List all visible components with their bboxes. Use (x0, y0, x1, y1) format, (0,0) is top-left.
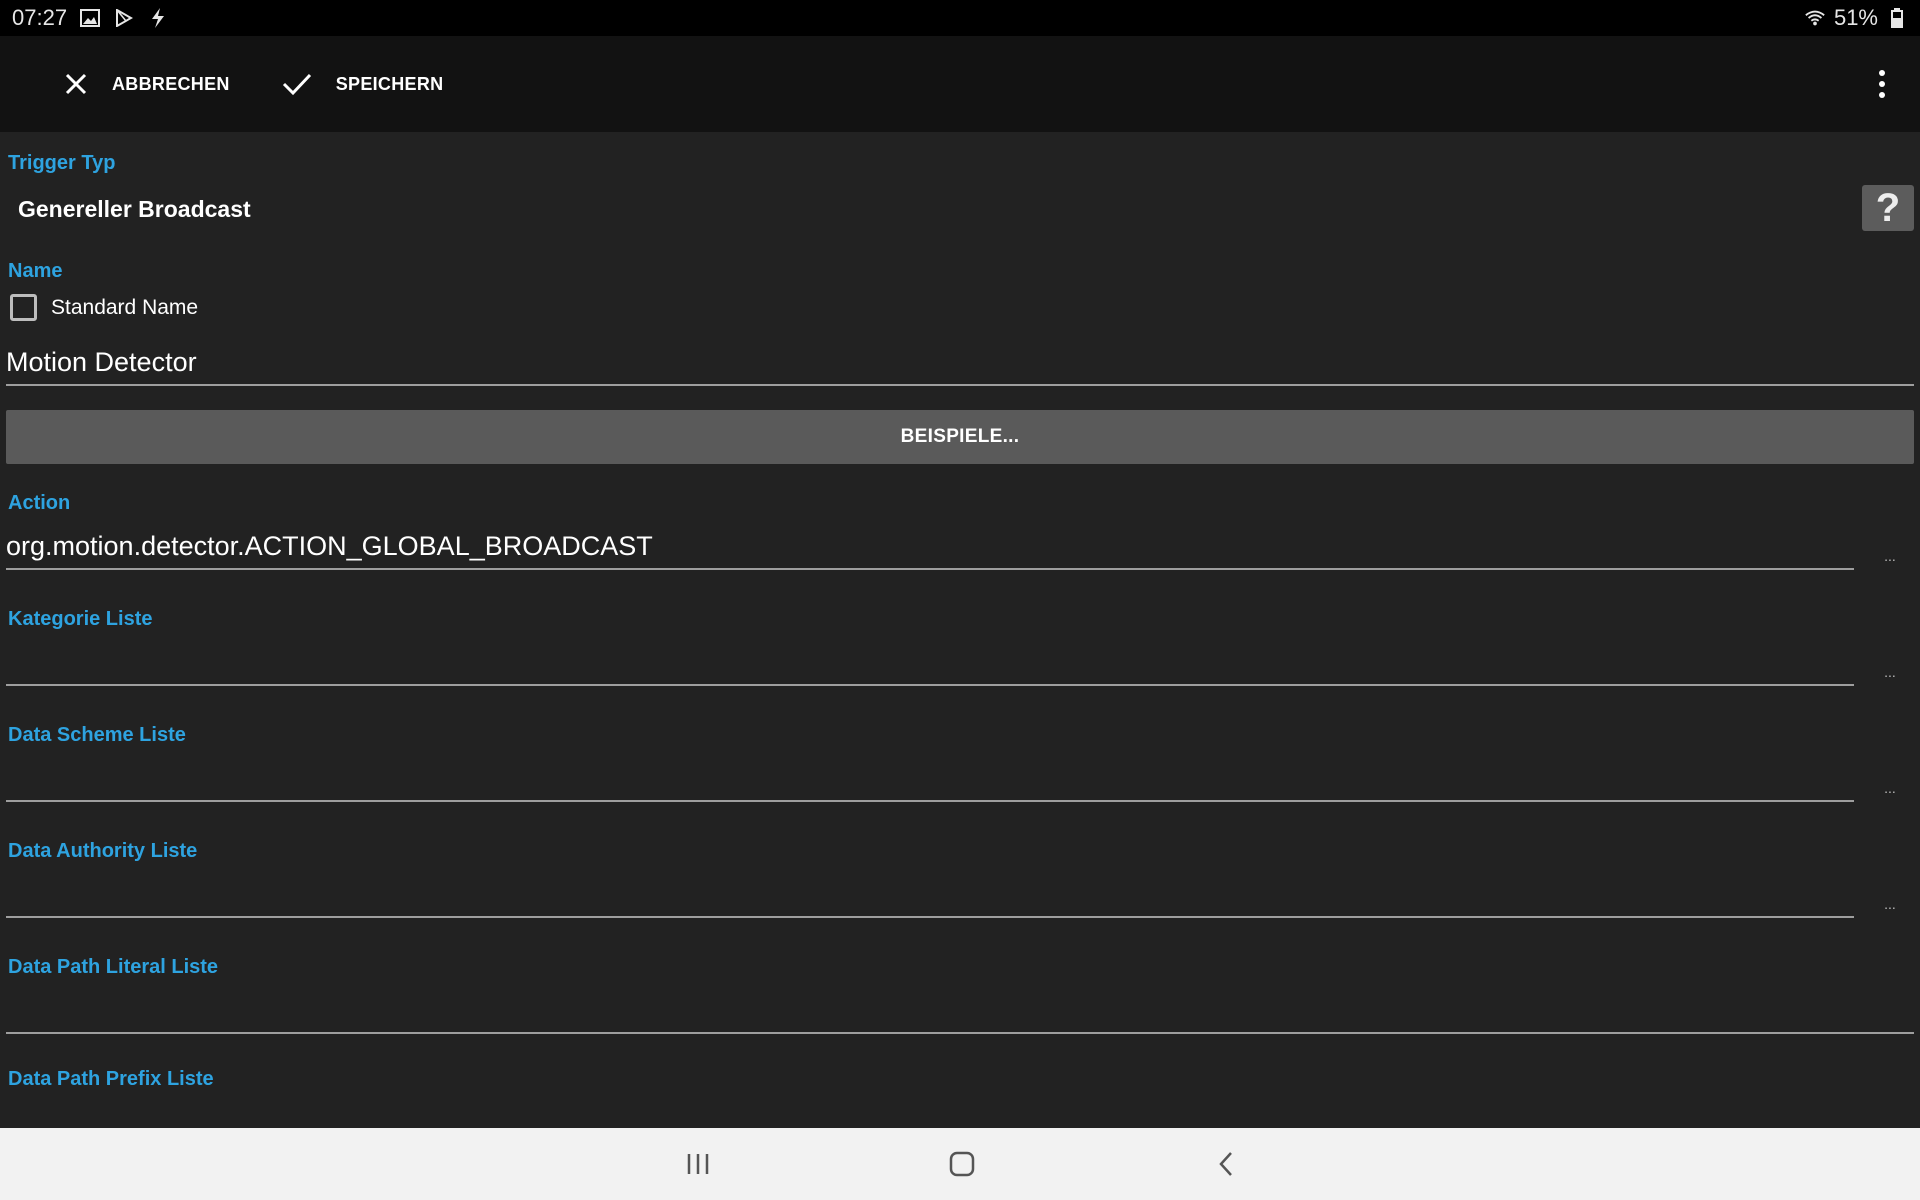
image-icon (79, 7, 101, 29)
category-list-label: Kategorie Liste (8, 608, 153, 630)
category-list-input[interactable] (6, 638, 1854, 686)
status-bar: 07:27 51% (0, 0, 1920, 36)
data-authority-list-picker-button[interactable]: ... (1880, 896, 1900, 912)
toolbar: ABBRECHEN SPEICHERN (0, 36, 1920, 132)
save-button[interactable]: SPEICHERN (282, 36, 444, 132)
close-icon (65, 73, 87, 95)
data-scheme-list-label: Data Scheme Liste (8, 724, 186, 746)
examples-button[interactable]: BEISPIELE... (6, 410, 1914, 464)
status-time: 07:27 (12, 5, 68, 30)
standard-name-label: Standard Name (51, 295, 199, 319)
data-path-literal-list-label: Data Path Literal Liste (8, 956, 219, 978)
more-vert-icon[interactable] (1862, 54, 1902, 114)
name-input[interactable]: Motion Detector (6, 338, 1914, 386)
data-authority-list-input[interactable] (6, 870, 1854, 918)
recents-icon[interactable] (658, 1128, 738, 1200)
battery-percent: 51% (1833, 5, 1878, 30)
help-button[interactable]: ? (1862, 185, 1914, 231)
trigger-config-form: Trigger Typ Genereller Broadcast ? Name … (0, 132, 1920, 1128)
check-icon (282, 73, 311, 96)
trigger-type-value[interactable]: Genereller Broadcast (18, 196, 251, 223)
data-scheme-list-input[interactable] (6, 754, 1854, 802)
action-picker-button[interactable]: ... (1880, 548, 1900, 564)
category-list-picker-button[interactable]: ... (1880, 664, 1900, 680)
flash-icon (147, 7, 169, 29)
battery-icon (1886, 7, 1908, 29)
action-label: Action (8, 492, 71, 514)
navigation-bar (0, 1128, 1920, 1200)
back-icon[interactable] (1186, 1128, 1266, 1200)
data-scheme-list-picker-button[interactable]: ... (1880, 780, 1900, 796)
cancel-label: ABBRECHEN (112, 73, 230, 94)
data-authority-list-label: Data Authority Liste (8, 840, 198, 862)
data-path-prefix-list-label: Data Path Prefix Liste (8, 1068, 214, 1090)
wifi-icon (1804, 7, 1826, 29)
trigger-type-label: Trigger Typ (8, 152, 116, 174)
data-path-literal-list-input[interactable] (6, 986, 1914, 1034)
action-input[interactable]: org.motion.detector.ACTION_GLOBAL_BROADC… (6, 522, 1854, 570)
home-icon[interactable] (922, 1128, 1002, 1200)
standard-name-checkbox-row[interactable]: Standard Name (10, 294, 198, 321)
cancel-button[interactable]: ABBRECHEN (64, 36, 230, 132)
standard-name-checkbox[interactable] (10, 294, 37, 321)
play-store-icon (113, 7, 135, 29)
name-label: Name (8, 260, 63, 282)
save-label: SPEICHERN (335, 73, 444, 94)
